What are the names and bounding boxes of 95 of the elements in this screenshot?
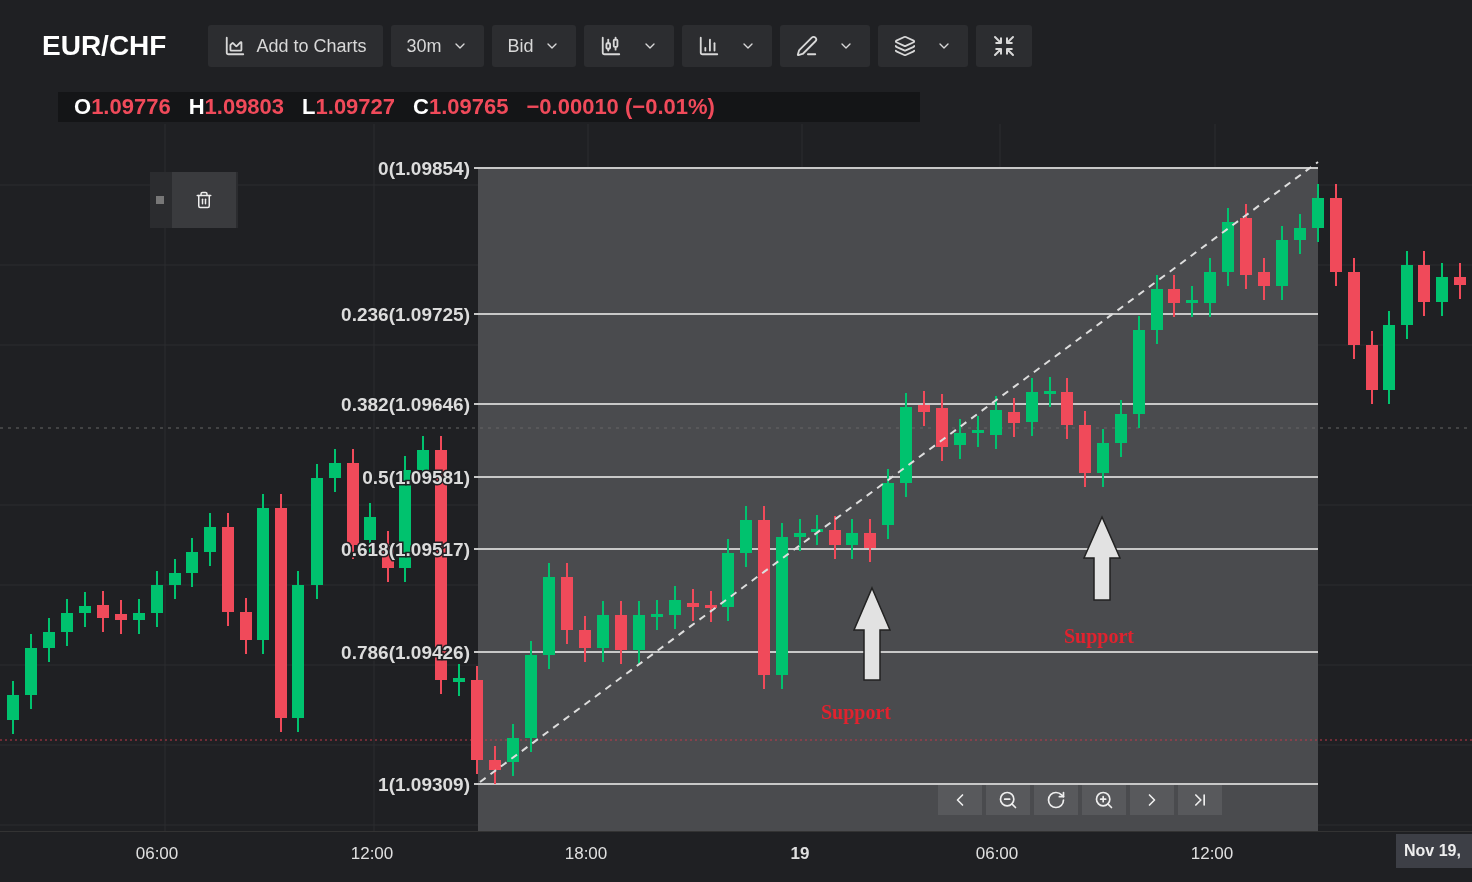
menu-button[interactable] <box>779 25 870 67</box>
candle <box>1454 262 1466 300</box>
candle <box>1115 399 1127 458</box>
candle <box>240 597 252 655</box>
candle <box>489 745 501 785</box>
candle <box>1436 262 1448 317</box>
candle <box>79 591 91 628</box>
ohlc-value: L1.09727 <box>302 94 396 120</box>
candle <box>1008 397 1020 438</box>
candle <box>453 663 465 697</box>
time-axis-label: 12:00 <box>1190 844 1234 864</box>
candle <box>811 514 823 546</box>
candle <box>1097 428 1109 488</box>
zoom-out-icon <box>998 790 1018 810</box>
time-axis-label: 12:00 <box>350 844 394 864</box>
candle <box>1044 376 1056 408</box>
time-axis-label: 18:00 <box>564 844 608 864</box>
candle <box>794 518 806 552</box>
candle <box>204 512 216 567</box>
symbol-title: EUR/CHF <box>42 30 167 62</box>
zoom-in-button[interactable] <box>1082 785 1126 815</box>
candle <box>133 598 145 635</box>
candle <box>1418 250 1430 317</box>
candle <box>687 588 699 622</box>
fibonacci-level-label: 1(1.09309) <box>378 774 470 795</box>
price-change: −0.00010 (−0.01%) <box>526 94 715 120</box>
reset-icon <box>1046 790 1066 810</box>
time-axis-label: 19 <box>790 844 810 864</box>
candle <box>1168 274 1180 318</box>
time-axis-label: 06:00 <box>135 844 179 864</box>
candle <box>1294 213 1306 255</box>
candle <box>597 600 609 663</box>
candle <box>1312 183 1324 243</box>
fibonacci-level-label: 0.382(1.09646) <box>341 394 470 415</box>
support-label: Support <box>1064 625 1134 647</box>
ohlc-value: O1.09776 <box>74 94 171 120</box>
candle <box>669 585 681 630</box>
reset-button[interactable] <box>1034 785 1078 815</box>
candle <box>61 598 73 647</box>
collapse-icon <box>991 34 1016 58</box>
candle <box>1258 257 1270 301</box>
candle <box>740 505 752 568</box>
candle <box>651 599 663 631</box>
candle <box>43 617 55 663</box>
bar-chart-icon <box>697 35 720 57</box>
candlestick-icon <box>599 35 622 57</box>
delete-button[interactable] <box>172 172 236 228</box>
candle <box>918 390 930 427</box>
candle <box>186 537 198 588</box>
candle <box>507 723 519 777</box>
scroll-to-end-button[interactable] <box>1178 785 1222 815</box>
candle <box>579 615 591 663</box>
drag-handle[interactable] <box>156 196 164 204</box>
candle <box>1186 285 1198 318</box>
candle <box>1151 274 1163 345</box>
candle <box>864 518 876 563</box>
candle <box>846 518 858 560</box>
candle <box>705 590 717 623</box>
chart-icon <box>224 35 247 57</box>
ohlc-value: H1.09803 <box>188 94 285 120</box>
candle <box>169 558 181 600</box>
candle <box>615 600 627 665</box>
support-label: Support <box>821 701 891 723</box>
cursor-date-label: Nov 19, <box>1396 834 1472 868</box>
candle <box>1204 257 1216 318</box>
candle <box>1026 377 1038 437</box>
candle <box>990 395 1002 450</box>
time-axis-label: 06:00 <box>975 844 1019 864</box>
menu-button[interactable] <box>681 25 772 67</box>
candle <box>115 599 127 635</box>
ohlc-value: C1.09765 <box>413 94 509 120</box>
collapse-button[interactable] <box>975 25 1032 67</box>
candle <box>97 590 109 633</box>
candle <box>7 680 19 735</box>
candle <box>329 448 341 493</box>
zoom-in-icon <box>1094 790 1114 810</box>
dropdown-button[interactable]: Bid <box>491 25 576 67</box>
menu-button[interactable] <box>583 25 674 67</box>
candle <box>1061 377 1073 440</box>
candle <box>151 570 163 628</box>
dropdown-button[interactable]: 30m <box>390 25 484 67</box>
pen-icon <box>795 35 818 57</box>
candle <box>972 415 984 448</box>
zoom-out-button[interactable] <box>986 785 1030 815</box>
candle <box>633 600 645 665</box>
candle <box>882 468 894 540</box>
fibonacci-level-label: 0(1.09854) <box>378 158 470 179</box>
menu-button[interactable] <box>877 25 968 67</box>
candle <box>954 418 966 460</box>
layers-icon <box>893 35 916 57</box>
fibonacci-level-label: 0.236(1.09725) <box>341 304 470 325</box>
candle <box>936 393 948 462</box>
add-to-charts-button[interactable]: Add to Charts <box>208 25 383 67</box>
trash-icon <box>195 191 213 209</box>
candle <box>829 515 841 560</box>
